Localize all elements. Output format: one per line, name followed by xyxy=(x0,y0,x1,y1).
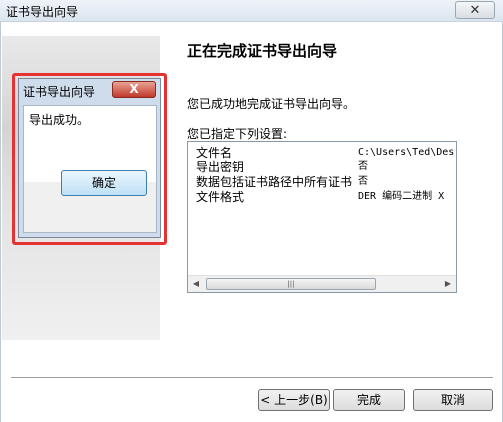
scroll-thumb[interactable]: ||| xyxy=(206,278,376,290)
footer-divider xyxy=(11,377,493,379)
scroll-right-icon[interactable]: ▶ xyxy=(443,279,453,289)
horizontal-scrollbar[interactable]: ◀ ||| ▶ xyxy=(188,275,456,292)
setting-key: 导出密钥 xyxy=(196,160,245,174)
highlight-frame xyxy=(12,73,167,245)
setting-key: 文件名 xyxy=(196,146,233,160)
scroll-left-icon[interactable]: ◀ xyxy=(191,279,201,289)
finish-button[interactable]: 完成 xyxy=(333,389,405,411)
setting-value: C:\Users\Ted\Des xyxy=(358,147,455,158)
close-icon: ✕ xyxy=(469,2,481,18)
settings-label: 您已指定下列设置: xyxy=(187,127,288,141)
setting-value: 否 xyxy=(358,176,368,187)
settings-list[interactable]: 文件名 C:\Users\Ted\Des 导出密钥 否 数据包括证书路径中所有证… xyxy=(187,141,457,293)
page-title: 正在完成证书导出向导 xyxy=(187,42,338,60)
setting-key: 数据包括证书路径中所有证书 xyxy=(196,175,353,189)
setting-value: DER 编码二进制 X xyxy=(358,191,445,202)
title-bar: 证书导出向导 ✕ xyxy=(0,0,503,22)
back-button[interactable]: < 上一步(B) xyxy=(258,389,330,411)
setting-value: 否 xyxy=(358,161,368,172)
cancel-button[interactable]: 取消 xyxy=(413,389,493,411)
setting-key: 文件格式 xyxy=(196,190,245,204)
window-title: 证书导出向导 xyxy=(6,5,79,19)
window-close-button[interactable]: ✕ xyxy=(455,1,495,19)
completion-description: 您已成功地完成证书导出向导。 xyxy=(187,97,356,111)
